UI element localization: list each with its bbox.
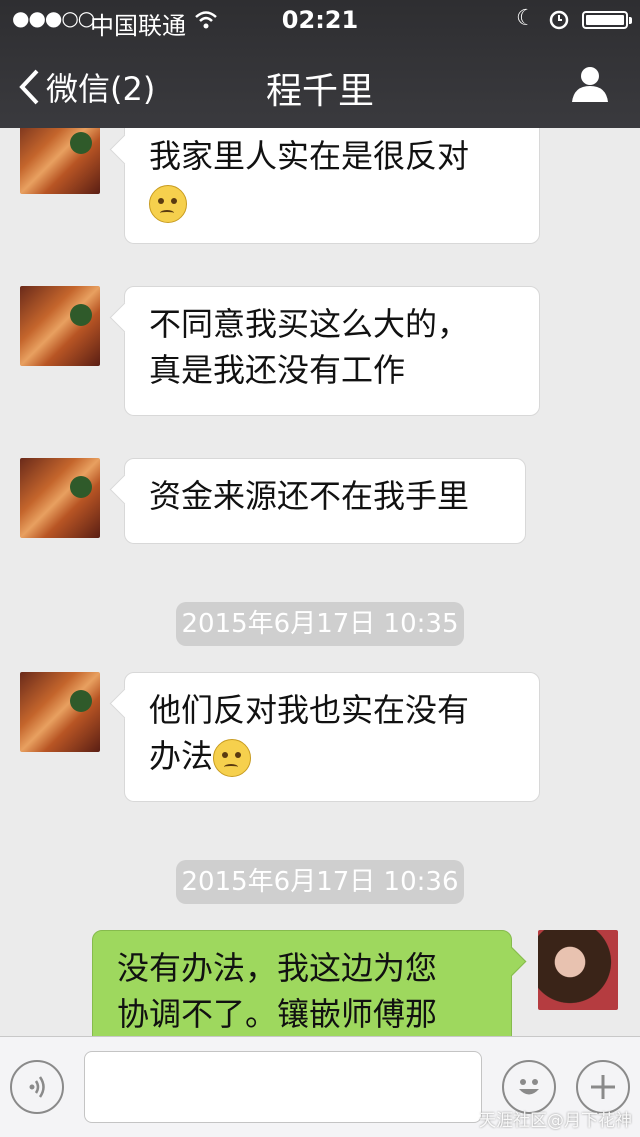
nav-bar: 微信(2) 程千里 (0, 40, 640, 128)
message-text: 没有办法，我这边为您 (117, 949, 438, 987)
voice-icon (29, 1076, 45, 1098)
my-avatar[interactable] (538, 930, 618, 1010)
watermark: 天涯社区@月下花神 (479, 1111, 632, 1131)
message-text: 我家里人实在是很反对 (149, 137, 470, 175)
message-text: 真是我还没有工作 (149, 351, 406, 389)
contact-avatar[interactable] (20, 672, 100, 752)
worried-emoji-icon (149, 185, 187, 223)
contact-avatar[interactable] (20, 458, 100, 538)
profile-button[interactable] (570, 64, 610, 108)
message-text: 不同意我买这么大的， (149, 305, 470, 343)
message-bubble[interactable]: 不同意我买这么大的， 真是我还没有工作 (124, 286, 540, 416)
message-text: 协调不了。镶嵌师傅那 (117, 995, 438, 1033)
timestamp: 2015年6月17日 10:35 (176, 602, 464, 646)
message-bubble[interactable]: 他们反对我也实在没有 办法 (124, 672, 540, 802)
timestamp: 2015年6月17日 10:36 (176, 860, 464, 904)
chat-area[interactable]: 我家里人实在是很反对 不同意我买这么大的， 真是我还没有工作 资金来源还不在我手… (0, 128, 640, 1036)
header: ●●●○○ 中国联通 02:21 ☾ 微信(2) 程千里 (0, 0, 640, 128)
message-bubble-outgoing[interactable]: 没有办法，我这边为您 协调不了。镶嵌师傅那 (92, 930, 512, 1036)
voice-button[interactable] (10, 1060, 64, 1114)
contact-avatar[interactable] (20, 128, 100, 194)
plus-icon (591, 1075, 615, 1099)
person-icon (572, 67, 608, 102)
message-text: 资金来源还不在我手里 (149, 477, 470, 515)
moon-icon: ☾ (516, 6, 536, 31)
alarm-icon (548, 8, 570, 36)
battery-icon (582, 11, 632, 29)
message-text: 他们反对我也实在没有 (149, 691, 470, 729)
message-input[interactable] (84, 1051, 482, 1123)
smiley-icon (519, 1079, 539, 1095)
page-title: 程千里 (265, 71, 374, 112)
message-bubble[interactable]: 资金来源还不在我手里 (124, 458, 526, 544)
worried-emoji-icon (213, 739, 252, 777)
status-bar: ●●●○○ 中国联通 02:21 ☾ (0, 0, 640, 40)
contact-avatar[interactable] (20, 286, 100, 366)
status-time: 02:21 (281, 6, 359, 34)
message-text: 办法 (149, 737, 214, 775)
message-bubble[interactable]: 我家里人实在是很反对 (124, 128, 540, 244)
